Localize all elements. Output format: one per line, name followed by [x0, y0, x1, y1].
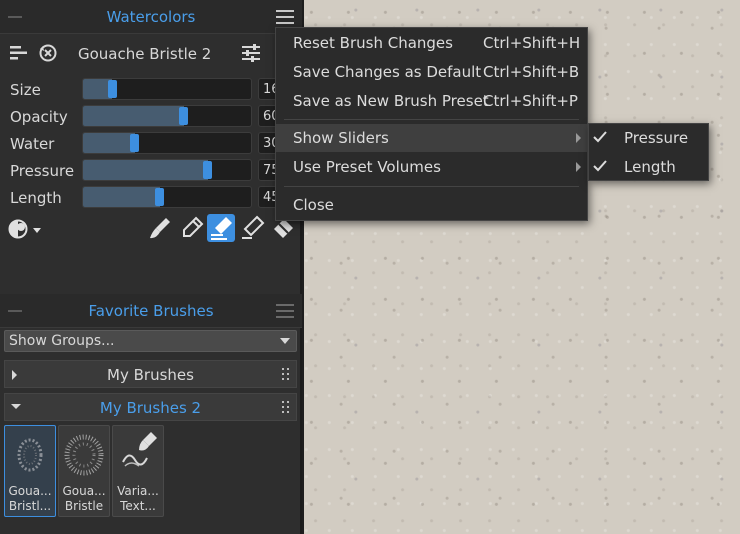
tool-row: [0, 212, 302, 246]
tile-label: Goua... Bristle: [59, 484, 109, 514]
brush-stroke-preview: [17, 438, 43, 472]
slider-thumb[interactable]: [108, 80, 117, 98]
menu-item-use-preset-volumes[interactable]: Use Preset Volumes: [276, 153, 587, 181]
tile-label-line: Goua...: [62, 484, 106, 498]
pen-tool-button[interactable]: [178, 214, 206, 242]
slider-label: Size: [10, 81, 41, 99]
opacity-slider[interactable]: [82, 105, 252, 127]
menu-item-save-as-new-brush-preset[interactable]: Save as New Brush Preset Ctrl+Shift+P: [276, 87, 587, 115]
slider-thumb[interactable]: [203, 161, 212, 179]
brush-list-icon[interactable]: [10, 46, 28, 60]
brush-preset-tile[interactable]: Goua... Bristl...: [4, 425, 56, 517]
tile-label-line: Text...: [120, 499, 156, 513]
paint-brush-icon: [211, 217, 232, 240]
slider-label: Pressure: [10, 162, 75, 180]
brush-row: Gouache Bristle 2: [0, 34, 302, 72]
group-label: My Brushes 2: [99, 399, 202, 417]
slider-fill: [83, 160, 208, 180]
tile-label-line: Varia...: [117, 484, 159, 498]
watercolors-panel-header: Watercolors: [0, 0, 302, 34]
smudge-icon: [242, 215, 265, 239]
tile-label: Goua... Bristl...: [5, 484, 55, 514]
group-header-my-brushes[interactable]: My Brushes: [4, 360, 297, 388]
slider-pressure: Pressure 75: [0, 157, 302, 183]
brush-tool-button[interactable]: [146, 214, 174, 242]
tile-label-line: Goua...: [8, 484, 52, 498]
slider-size: Size 16: [0, 76, 302, 102]
size-slider[interactable]: [82, 78, 252, 100]
menu-item-shortcut: Ctrl+Shift+B: [483, 63, 580, 81]
slider-fill: [83, 106, 184, 126]
group-label: My Brushes: [107, 366, 194, 384]
length-slider[interactable]: [82, 186, 252, 208]
tile-label-line: Bristle: [64, 499, 104, 513]
checkmark-icon: [593, 160, 607, 172]
menu-item-close[interactable]: Close: [276, 191, 587, 219]
menu-item-reset-brush-changes[interactable]: Reset Brush Changes Ctrl+Shift+H: [276, 29, 587, 57]
blend-mode-icon[interactable]: [8, 218, 44, 240]
submenu-arrow-icon: [576, 133, 581, 143]
menu-item-label: Reset Brush Changes: [293, 34, 453, 52]
menu-item-label: Close: [293, 196, 334, 214]
chevron-down-icon: [280, 338, 290, 344]
menu-item-shortcut: Ctrl+Shift+H: [483, 34, 581, 52]
panel-context-menu: Reset Brush Changes Ctrl+Shift+H Save Ch…: [275, 27, 588, 221]
menu-item-save-changes-as-default[interactable]: Save Changes as Default Ctrl+Shift+B: [276, 58, 587, 86]
brush-icon: [150, 218, 170, 239]
pen-icon: [183, 216, 204, 237]
slider-label: Opacity: [10, 108, 68, 126]
brush-settings-icon[interactable]: [242, 44, 260, 62]
show-groups-select[interactable]: Show Groups...: [4, 330, 297, 352]
smudge-tool-button[interactable]: [238, 214, 266, 242]
drag-handle-icon[interactable]: [282, 401, 290, 415]
slider-thumb[interactable]: [155, 188, 164, 206]
submenu-item-label: Pressure: [624, 129, 689, 147]
checkmark-icon: [593, 131, 607, 143]
slider-opacity: Opacity 60: [0, 103, 302, 129]
submenu-item-pressure[interactable]: Pressure: [589, 124, 708, 152]
pressure-slider[interactable]: [82, 159, 252, 181]
menu-item-label: Save Changes as Default: [293, 63, 482, 81]
slider-water: Water 30: [0, 130, 302, 156]
slider-fill: [83, 187, 160, 207]
left-panel: Watercolors Gouache Bristle 2 Size 16 Op…: [0, 0, 302, 534]
submenu-arrow-icon: [576, 162, 581, 172]
menu-item-label: Save as New Brush Preset: [293, 92, 489, 110]
hamburger-menu-icon[interactable]: [276, 10, 294, 24]
brush-preset-tile[interactable]: Goua... Bristle: [58, 425, 110, 517]
menu-item-show-sliders[interactable]: Show Sliders: [276, 124, 587, 152]
slider-length: Length 45: [0, 184, 302, 210]
slider-label: Length: [10, 189, 62, 207]
brush-stroke-preview: [64, 434, 104, 476]
reset-brush-icon[interactable]: [38, 43, 58, 63]
water-slider[interactable]: [82, 132, 252, 154]
select-value: Show Groups...: [9, 333, 115, 349]
drag-handle-icon[interactable]: [282, 368, 290, 382]
submenu-item-length[interactable]: Length: [589, 153, 708, 181]
panel-title: Favorite Brushes: [88, 302, 214, 320]
tile-label: Varia... Text...: [113, 484, 163, 514]
brush-stroke-preview: [122, 432, 157, 467]
menu-item-label: Use Preset Volumes: [293, 158, 441, 176]
panel-title: Watercolors: [106, 8, 196, 26]
show-sliders-submenu: Pressure Length: [588, 123, 709, 181]
slider-fill: [83, 133, 135, 153]
menu-item-shortcut: Ctrl+Shift+P: [483, 92, 578, 110]
tile-label-line: Bristl...: [8, 499, 52, 513]
menu-separator: [284, 186, 579, 187]
slider-label: Water: [10, 135, 55, 153]
brush-preset-tile[interactable]: Varia... Text...: [112, 425, 164, 517]
slider-thumb[interactable]: [130, 134, 139, 152]
menu-separator: [284, 119, 579, 120]
menu-item-label: Show Sliders: [293, 129, 389, 147]
group-header-my-brushes-2[interactable]: My Brushes 2: [4, 393, 297, 421]
paint-tool-button[interactable]: [207, 214, 235, 242]
submenu-item-label: Length: [624, 158, 676, 176]
brush-name[interactable]: Gouache Bristle 2: [78, 45, 211, 63]
slider-thumb[interactable]: [179, 107, 188, 125]
hamburger-menu-icon[interactable]: [276, 304, 294, 318]
favorites-panel-header: Favorite Brushes: [0, 294, 302, 328]
